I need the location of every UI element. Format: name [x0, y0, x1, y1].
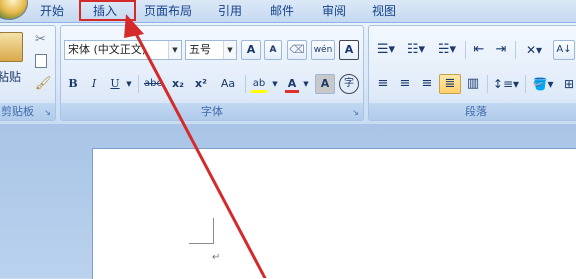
- bullets-icon[interactable]: ☰▾: [373, 40, 399, 60]
- paragraph-group: ☰▾ ☷▾ ☵▾ ⇤ ⇥ ✕▾ A↓ ≡ ≡ ≡ ≣ ▥ ↕≡▾ 🪣▾ ⊞ 段落: [368, 25, 576, 121]
- tab-mailings[interactable]: 邮件: [262, 3, 302, 21]
- borders-icon[interactable]: ⊞: [559, 74, 576, 94]
- change-case-button[interactable]: Aa: [214, 74, 242, 94]
- ribbon-tab-bar: 开始 插入 页面布局 引用 邮件 审阅 视图: [0, 0, 576, 22]
- italic-button[interactable]: I: [85, 74, 103, 94]
- sort-icon[interactable]: A↓: [553, 40, 575, 60]
- tab-view[interactable]: 视图: [364, 3, 404, 21]
- line-spacing-icon[interactable]: ↕≡▾: [491, 74, 521, 94]
- tab-page-layout[interactable]: 页面布局: [140, 3, 196, 21]
- character-border-button[interactable]: A: [339, 40, 359, 60]
- chevron-down-icon[interactable]: ▼: [270, 74, 280, 94]
- numbering-icon[interactable]: ☷▾: [403, 40, 429, 60]
- grow-font-button[interactable]: A: [241, 40, 261, 60]
- ribbon: 粘贴 ✂ 🖌 剪贴板 ↘ 宋体 (中文正文) ▼ 五号 ▼ A A ⌫ wén …: [0, 22, 576, 125]
- increase-indent-icon[interactable]: ⇥: [491, 40, 511, 60]
- phonetic-guide-button[interactable]: wén: [311, 40, 335, 60]
- document-workspace: [0, 124, 576, 279]
- format-painter-icon[interactable]: 🖌: [35, 76, 52, 91]
- separator: [465, 41, 466, 59]
- font-size-value: 五号: [189, 43, 211, 56]
- chinese-layout-icon[interactable]: ✕▾: [519, 40, 549, 60]
- copy-icon[interactable]: [35, 54, 47, 68]
- cut-icon[interactable]: ✂: [35, 32, 46, 47]
- enclose-characters-button[interactable]: 字: [339, 74, 359, 94]
- character-shading-button[interactable]: A: [315, 74, 335, 94]
- chevron-down-icon[interactable]: ▼: [124, 74, 134, 94]
- font-size-select[interactable]: 五号 ▼: [185, 40, 237, 60]
- align-left-icon[interactable]: ≡: [373, 74, 393, 94]
- separator: [245, 75, 246, 93]
- font-group-label: 字体: [61, 103, 363, 120]
- annotation-highlight-box: [79, 0, 136, 21]
- tab-references[interactable]: 引用: [210, 3, 250, 21]
- font-name-select[interactable]: 宋体 (中文正文) ▼: [64, 40, 182, 60]
- page-margin-corner-marker: [213, 218, 214, 244]
- separator: [138, 75, 139, 93]
- strikethrough-button[interactable]: abc: [141, 74, 165, 94]
- distributed-icon[interactable]: ▥: [463, 74, 483, 94]
- chevron-down-icon[interactable]: ▼: [223, 41, 236, 59]
- paragraph-mark-icon: ↵: [212, 252, 221, 263]
- underline-button[interactable]: U: [106, 74, 124, 94]
- office-button-icon[interactable]: [0, 0, 28, 20]
- chevron-down-icon[interactable]: ▼: [301, 74, 311, 94]
- separator: [525, 75, 526, 93]
- align-center-icon[interactable]: ≡: [395, 74, 415, 94]
- tab-home[interactable]: 开始: [30, 3, 74, 21]
- subscript-button[interactable]: x₂: [168, 74, 188, 94]
- multilevel-list-icon[interactable]: ☵▾: [433, 40, 461, 60]
- justify-icon[interactable]: ≣: [439, 74, 461, 94]
- document-page[interactable]: [92, 148, 576, 279]
- highlight-color-swatch: [251, 90, 267, 93]
- paragraph-group-label: 段落: [369, 103, 576, 120]
- separator: [515, 41, 516, 59]
- clear-format-button[interactable]: ⌫: [287, 40, 307, 60]
- chevron-down-icon[interactable]: ▼: [168, 41, 181, 59]
- decrease-indent-icon[interactable]: ⇤: [469, 40, 489, 60]
- page-margin-corner-marker: [189, 243, 214, 244]
- font-color-swatch: [285, 90, 299, 93]
- clipboard-launcher-icon[interactable]: ↘: [43, 108, 52, 117]
- separator: [487, 75, 488, 93]
- shading-icon[interactable]: 🪣▾: [529, 74, 557, 94]
- bold-button[interactable]: B: [64, 74, 82, 94]
- font-group: 宋体 (中文正文) ▼ 五号 ▼ A A ⌫ wén A B I U ▼ abc…: [60, 25, 364, 121]
- paste-button-label[interactable]: 粘贴: [0, 68, 21, 85]
- superscript-button[interactable]: x²: [191, 74, 211, 94]
- font-launcher-icon[interactable]: ↘: [351, 108, 360, 117]
- font-name-value: 宋体 (中文正文): [68, 43, 147, 56]
- tab-review[interactable]: 审阅: [314, 3, 354, 21]
- align-right-icon[interactable]: ≡: [417, 74, 437, 94]
- clipboard-group: 粘贴 ✂ 🖌 剪贴板 ↘: [0, 25, 56, 121]
- shrink-font-button[interactable]: A: [264, 40, 282, 60]
- paste-icon[interactable]: [0, 32, 23, 62]
